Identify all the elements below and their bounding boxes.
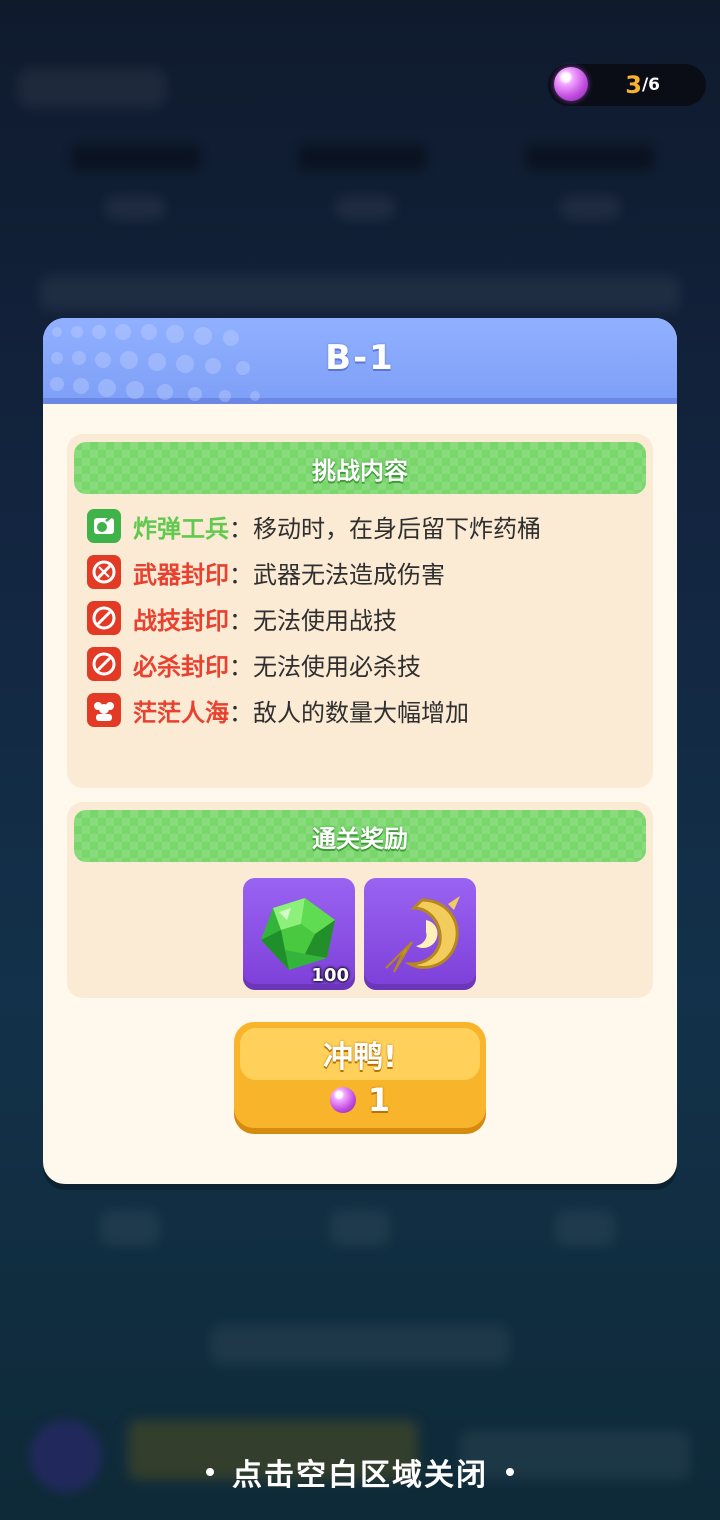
level-modal: B-1 挑战内容 炸弹工兵 ： 移动时，在身后留下炸药桶 武器封印 ： 武器无法… [43,318,677,1184]
rule-row: 武器封印 ： 武器无法造成伤害 [87,554,445,590]
bg-stat-sub-3 [560,196,620,220]
rule-separator: ： [229,606,253,635]
go-button-cost: 1 [234,1080,486,1120]
weapon-seal-icon [87,555,121,589]
rule-desc: 敌人的数量大幅增加 [253,698,469,727]
bg-stat-sub-2 [335,196,395,220]
rule-name: 必杀封印 [133,652,229,681]
go-button[interactable]: 冲鸭! 1 [234,1022,486,1128]
reward-item-gem[interactable]: 100 [243,878,355,990]
gem-counter-current: 3 [625,71,642,99]
rule-desc: 移动时，在身后留下炸药桶 [253,514,541,543]
rule-name: 武器封印 [133,560,229,589]
bg-stat-2 [298,145,426,171]
bomb-sapper-icon [87,509,121,543]
golden-crescent-icon [385,896,460,973]
reward-item-crescent[interactable] [364,878,476,990]
bg-mid-1 [100,1210,160,1246]
rule-name: 茫茫人海 [133,698,229,727]
rule-separator: ： [229,514,253,543]
reward-count: 100 [311,965,349,986]
gem-counter-max: /6 [641,75,660,95]
bg-banner-blur [40,275,680,311]
rule-name: 炸弹工兵 [133,514,229,543]
challenge-header: 挑战内容 [312,456,408,485]
purple-gem-icon [329,1087,356,1113]
bg-stat-sub-1 [105,196,165,220]
rewards-header-bar: 通关奖励 [74,810,646,862]
skill-seal-icon [87,601,121,635]
close-hint-text: 点击空白区域关闭 [232,1458,488,1493]
crowd-icon [87,693,121,727]
hint-dot-right [506,1468,514,1476]
rule-row: 战技封印 ： 无法使用战技 [87,600,397,636]
bg-mid-3 [555,1210,615,1246]
rule-desc: 无法使用战技 [253,606,397,635]
bg-lower-text [210,1325,510,1365]
close-hint[interactable]: 点击空白区域关闭 [0,1450,720,1494]
ultimate-seal-icon [87,647,121,681]
bg-mid-2 [330,1210,390,1246]
rule-desc: 武器无法造成伤害 [253,560,445,589]
rule-row: 必杀封印 ： 无法使用必杀技 [87,646,421,682]
challenge-header-bar: 挑战内容 [74,442,646,494]
go-button-label: 冲鸭! [323,1040,397,1075]
rule-separator: ： [229,652,253,681]
rule-name: 战技封印 [133,606,229,635]
hint-dot-left [206,1468,214,1476]
purple-gem-icon [554,67,588,101]
bg-stat-1 [72,145,200,171]
rule-desc: 无法使用必杀技 [253,652,421,681]
rule-row: 炸弹工兵 ： 移动时，在身后留下炸药桶 [87,508,541,544]
modal-header: B-1 [43,318,677,404]
bg-title-blur [18,68,166,108]
bg-stat-3 [526,145,654,171]
challenge-panel: 挑战内容 炸弹工兵 ： 移动时，在身后留下炸药桶 武器封印 ： 武器无法造成伤害… [67,434,653,788]
rewards-panel: 通关奖励 100 [67,802,653,998]
header-dot-pattern [50,324,260,402]
rule-separator: ： [229,698,253,727]
rewards-header: 通关奖励 [312,824,408,853]
go-cost-value: 1 [367,1081,391,1119]
rule-row: 茫茫人海 ： 敌人的数量大幅增加 [87,692,469,728]
rule-separator: ： [229,560,253,589]
